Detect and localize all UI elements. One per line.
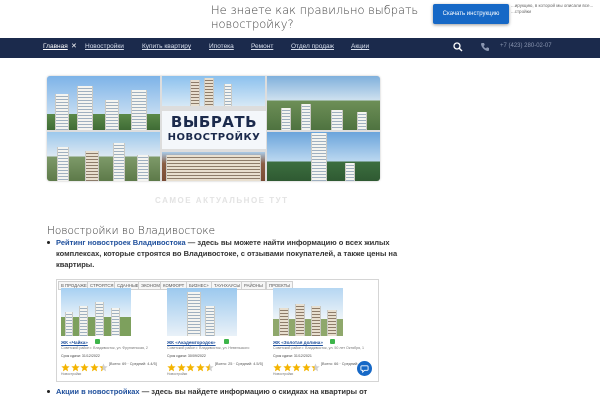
banner-photo-brick xyxy=(162,152,265,181)
search-icon[interactable] xyxy=(453,42,463,52)
star-icon[interactable] xyxy=(195,363,205,372)
phone-number[interactable]: +7 (423) 280-02-07 xyxy=(500,43,552,49)
star-icon[interactable] xyxy=(301,363,311,372)
promo-bar: Не знаете как правильно выбрать новостро… xyxy=(0,0,600,38)
complex-photo[interactable] xyxy=(61,288,131,336)
complex-photo[interactable] xyxy=(167,288,237,336)
complex-deadline: Срок сдачи: 30/09/2022 xyxy=(167,354,206,358)
complex-address: Советский район г. Владивосток, ул. 50 л… xyxy=(273,346,365,350)
lock-icon xyxy=(224,339,229,344)
list-item-description: — здесь вы найдете информацию о скидках … xyxy=(139,387,368,396)
star-icon[interactable] xyxy=(273,363,282,372)
complex-card[interactable]: ЖК «Чайка» Советский район г. Владивосто… xyxy=(61,288,161,380)
banner-title-line2: НОВОСТРОЙКУ xyxy=(167,132,261,143)
close-icon[interactable]: ✕ xyxy=(71,42,77,50)
complex-address: Советский район г. Владивосток, ул. Неве… xyxy=(167,346,250,350)
banner-photo-towers xyxy=(47,76,160,130)
star-icon[interactable] xyxy=(176,363,186,372)
list-item-text: Акции в новостройках — здесь вы найдете … xyxy=(56,386,401,397)
nav-item-home[interactable]: Главная xyxy=(43,43,68,50)
star-rating[interactable] xyxy=(61,359,109,372)
complex-card[interactable]: ЖК «Академгородок» Советский район г. Вл… xyxy=(167,288,267,380)
complex-photo[interactable] xyxy=(273,288,343,336)
complex-name-link[interactable]: ЖК «Золотая долина» xyxy=(273,340,323,345)
star-icon[interactable] xyxy=(80,363,89,372)
complex-category: Новостройки xyxy=(61,372,82,376)
promo-text: Не знаете как правильно выбрать новостро… xyxy=(211,3,419,31)
banner-photo-district xyxy=(47,132,160,181)
ratings-widget-preview[interactable]: В ПРОДАЖЕ СТРОЯТСЯ СДАННЫЕ ЭКОНОМ КОМФОР… xyxy=(56,279,379,382)
list-item-text: Рейтинг новостроек Владивостока — здесь … xyxy=(56,237,401,270)
banner-photo-tower xyxy=(267,132,380,181)
tagline: САМОЕ АКТУАЛЬНОЕ ТУТ xyxy=(155,196,289,205)
complex-address: Советский район г. Владивосток, ул. Фрун… xyxy=(61,346,148,350)
star-icon[interactable] xyxy=(282,363,292,372)
star-icon[interactable] xyxy=(89,363,99,372)
section-heading: Новостройки во Владивостоке xyxy=(47,225,216,237)
rating-summary: [Всего: 25 · Средний: 4.5/5] xyxy=(215,362,263,366)
nav-item-promotions[interactable]: Акции xyxy=(351,43,369,50)
complex-deadline: Срок сдачи: 31/12/2022 xyxy=(61,354,100,358)
complex-category: Новостройки xyxy=(167,372,188,376)
banner-photo-skyline xyxy=(162,76,265,106)
star-rating[interactable] xyxy=(273,359,321,372)
banner-title[interactable]: ВЫБРАТЬ НОВОСТРОЙКУ xyxy=(162,111,266,149)
nav-item-mortgage[interactable]: Ипотека xyxy=(209,43,234,50)
banner-title-line1: ВЫБРАТЬ xyxy=(170,113,258,131)
chat-icon xyxy=(360,365,369,373)
star-rating[interactable] xyxy=(167,359,215,372)
page: Не знаете как правильно выбрать новостро… xyxy=(0,0,600,400)
lock-icon xyxy=(330,339,335,344)
complex-category: Новостройки xyxy=(273,372,294,376)
lock-icon xyxy=(95,339,100,344)
promo-note: ...ирукцию, в которой мы описали все... … xyxy=(511,3,594,14)
list-item: Рейтинг новостроек Владивостока — здесь … xyxy=(47,237,407,273)
nav-item-buy-apartment[interactable]: Купить квартиру xyxy=(142,43,191,50)
rating-summary: [Всего: 69 · Средний: 4.4/5] xyxy=(109,362,157,366)
star-icon[interactable] xyxy=(61,363,70,372)
star-icon[interactable] xyxy=(292,363,301,372)
nav-item-repair[interactable]: Ремонт xyxy=(251,43,273,50)
nav-item-sales-office[interactable]: Отдел продаж xyxy=(291,43,334,50)
star-icon[interactable] xyxy=(205,363,214,372)
download-guide-button[interactable]: Скачать инструкцию xyxy=(433,4,509,24)
phone-icon xyxy=(481,43,489,51)
star-icon[interactable] xyxy=(99,363,108,372)
complex-deadline: Срок сдачи: 31/12/2021 xyxy=(273,354,312,358)
complex-name-link[interactable]: ЖК «Академгородок» xyxy=(167,340,216,345)
nav-item-new-buildings[interactable]: Новостройки xyxy=(85,43,124,50)
promotions-link[interactable]: Акции в новостройках xyxy=(56,387,140,396)
star-icon[interactable] xyxy=(186,363,195,372)
list-item: Акции в новостройках — здесь вы найдете … xyxy=(47,386,407,400)
chat-button[interactable] xyxy=(357,361,372,376)
bullet-dot xyxy=(47,241,50,244)
star-icon[interactable] xyxy=(311,363,320,372)
banner-photo-aerial xyxy=(267,76,380,130)
bullet-dot xyxy=(47,390,50,393)
ratings-link[interactable]: Рейтинг новостроек Владивостока xyxy=(56,238,186,247)
star-icon[interactable] xyxy=(70,363,80,372)
main-nav: Главная ✕ Новостройки Купить квартиру Ип… xyxy=(0,38,600,58)
star-icon[interactable] xyxy=(167,363,176,372)
complex-name-link[interactable]: ЖК «Чайка» xyxy=(61,340,88,345)
